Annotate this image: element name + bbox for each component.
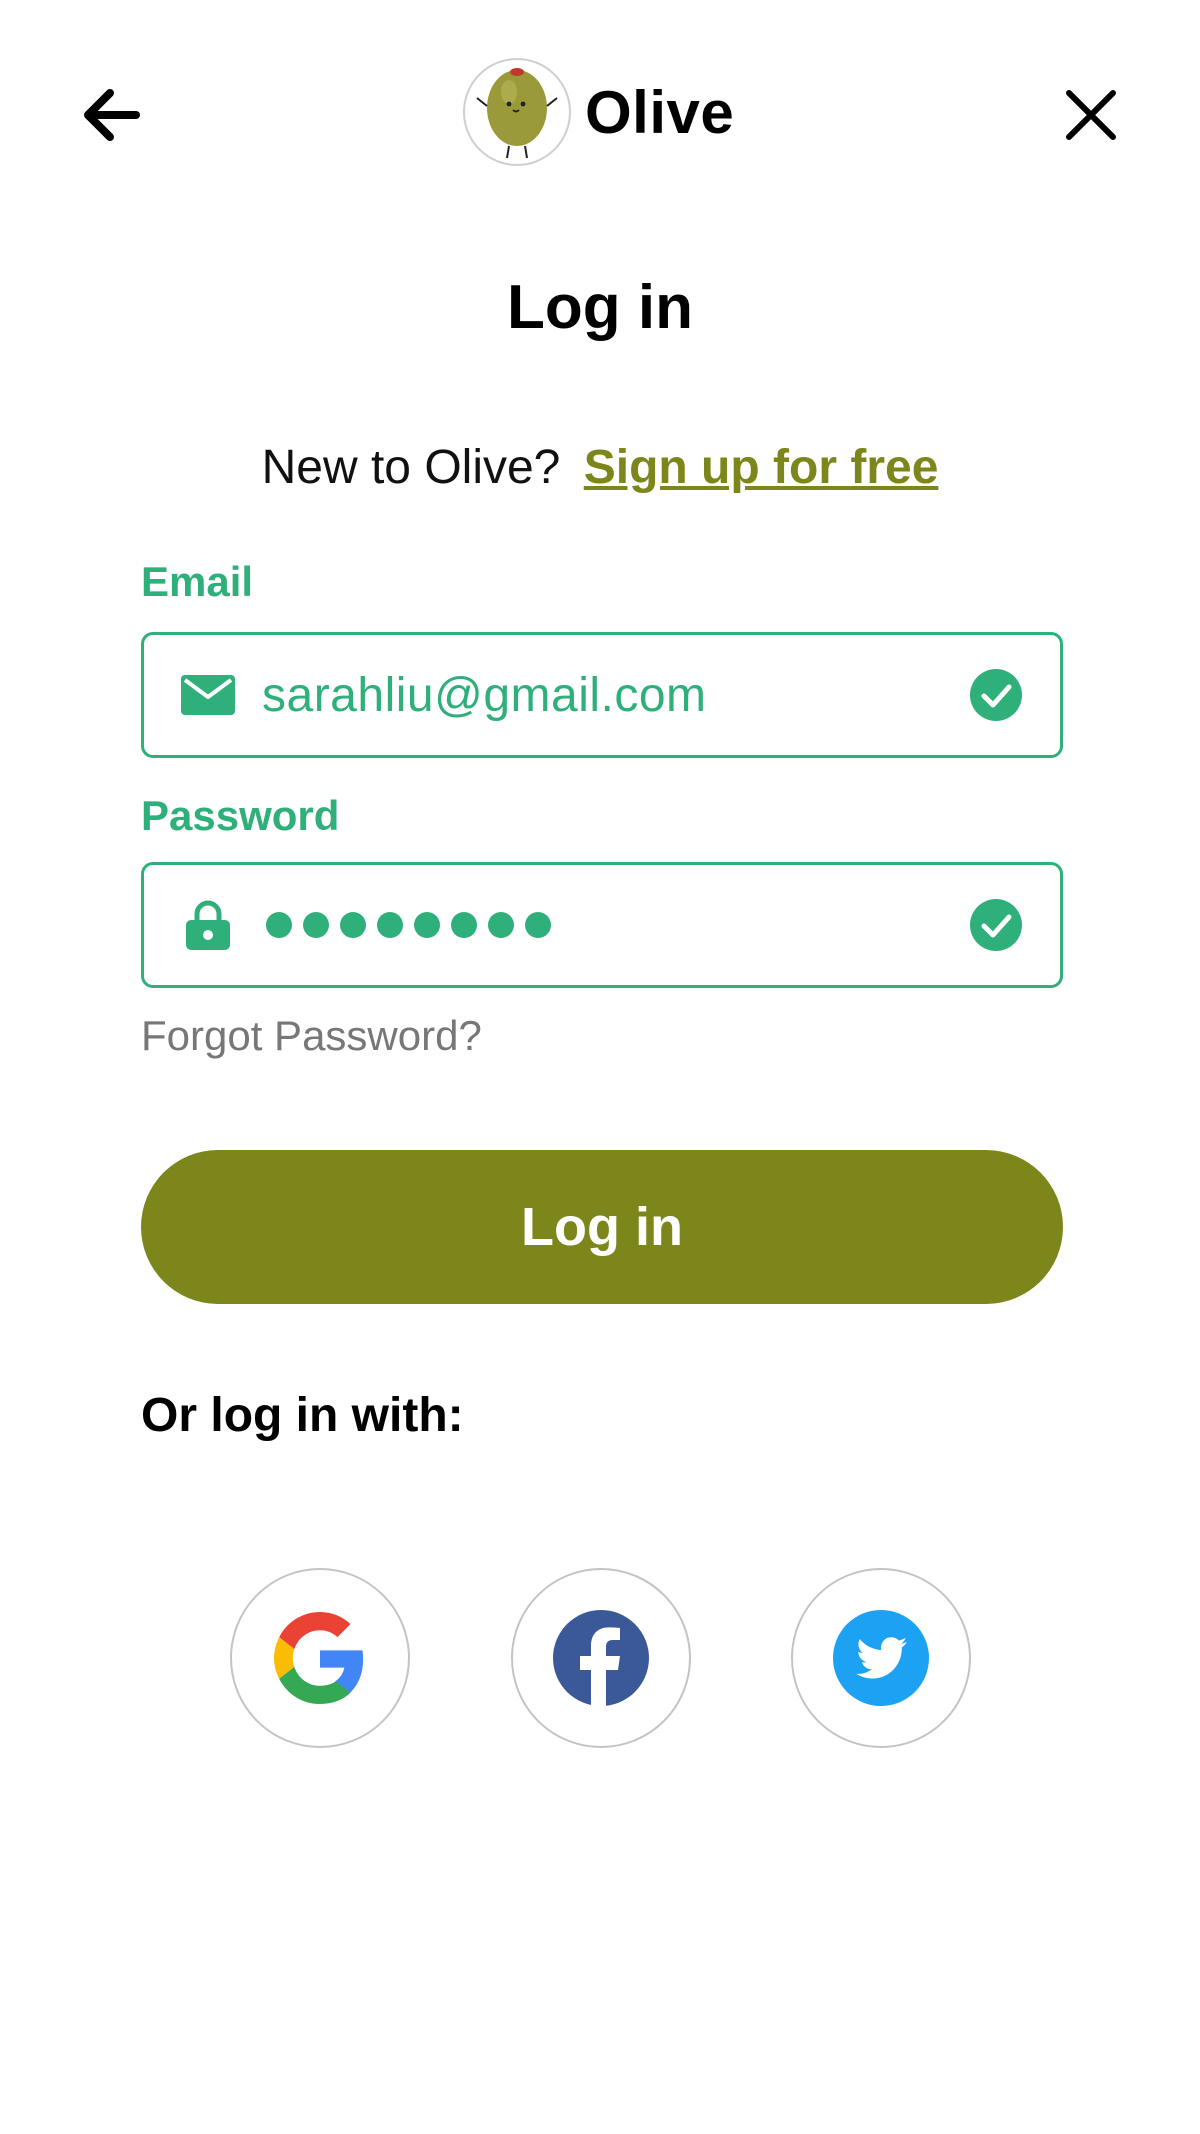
email-field[interactable]: sarahliu@gmail.com [141,632,1063,758]
password-value [266,912,970,938]
password-label: Password [141,792,340,839]
password-dot [451,912,477,938]
arrow-left-icon [84,89,140,141]
facebook-icon [553,1610,649,1706]
alt-login-label: Or log in with: [141,1389,464,1442]
forgot-password-link[interactable]: Forgot Password? [141,1012,482,1060]
close-icon [1066,90,1116,140]
password-dot [414,912,440,938]
check-circle-icon [970,669,1022,721]
twitter-login-button[interactable] [791,1568,971,1748]
password-dot [377,912,403,938]
close-button[interactable] [1058,82,1124,148]
page-title: Log in [507,273,693,342]
olive-mascot-icon [463,58,571,166]
facebook-login-button[interactable] [511,1568,691,1748]
check-circle-icon [970,899,1022,951]
back-button[interactable] [78,82,144,148]
password-field[interactable] [141,862,1063,988]
password-dot [525,912,551,938]
brand: Olive [463,56,734,168]
password-dot [488,912,514,938]
google-icon [274,1612,364,1704]
signup-link[interactable]: Sign up for free [584,441,939,494]
twitter-icon [833,1610,929,1706]
password-dot [266,912,292,938]
brand-name: Olive [585,78,735,146]
login-button[interactable]: Log in [141,1150,1063,1304]
signup-row: New to Olive? Sign up for free [0,440,1200,495]
email-label: Email [141,558,254,605]
mail-icon [180,670,236,720]
email-value: sarahliu@gmail.com [262,668,707,722]
password-dot [303,912,329,938]
google-login-button[interactable] [230,1568,410,1748]
password-dot [340,912,366,938]
lock-icon [180,900,236,950]
signup-prompt: New to Olive? [261,441,561,494]
